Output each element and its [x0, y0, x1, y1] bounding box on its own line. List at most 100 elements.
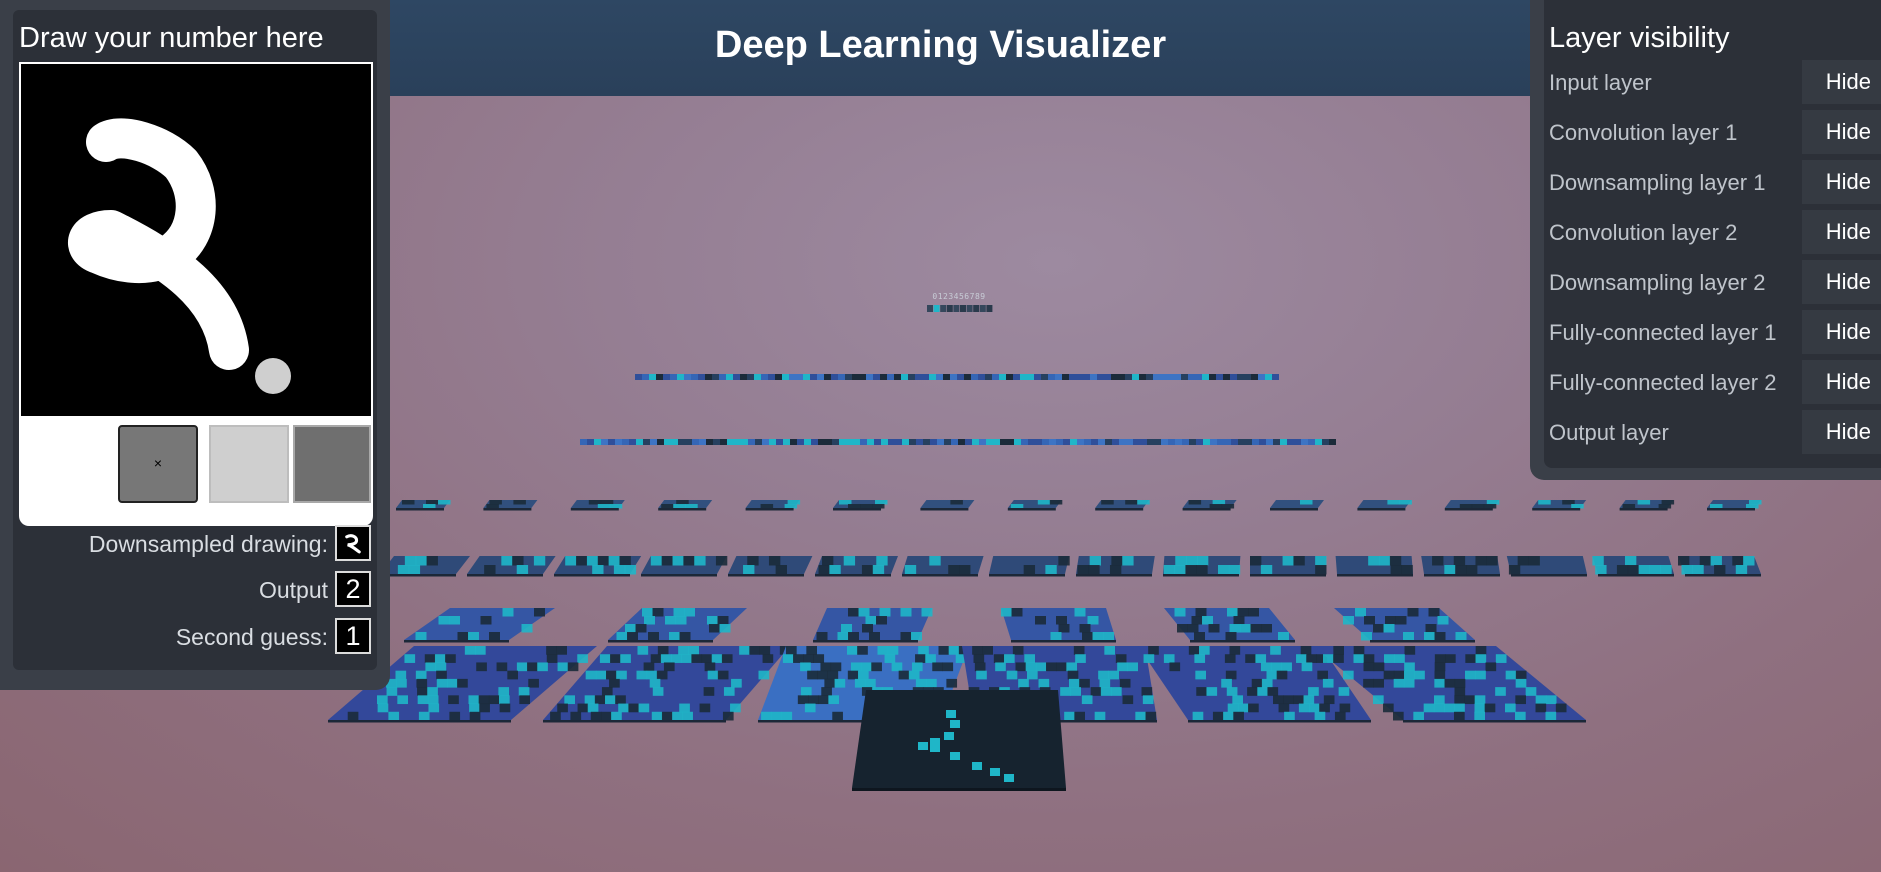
fc1-cell: [587, 439, 594, 445]
tile-pixel: [1001, 608, 1012, 617]
tile-pixel: [1432, 556, 1444, 566]
fc1-cell: [951, 439, 958, 445]
tile-pixel: [1353, 654, 1365, 663]
tile-pixel: [1195, 670, 1206, 680]
tile-pixel: [426, 556, 438, 566]
dark-brush-button[interactable]: [293, 425, 371, 503]
fc2-cell: [775, 374, 782, 380]
drawing-canvas[interactable]: [21, 64, 371, 416]
fc2-cell: [838, 374, 845, 380]
tile-pixel: [673, 608, 685, 617]
tile-pixel: [519, 695, 530, 705]
tile-pixel: [1464, 695, 1476, 705]
tile-edge: [1357, 508, 1406, 511]
tile-pixel: [402, 500, 415, 505]
down1-tile: [1001, 608, 1116, 643]
hide-input-layer-button[interactable]: Hide: [1802, 60, 1881, 104]
fc2-cell: [782, 374, 789, 380]
clear-button[interactable]: ×: [118, 425, 198, 503]
fc1-cell: [1259, 439, 1266, 445]
tile-pixel: [1661, 500, 1675, 505]
tile-pixel: [1434, 632, 1446, 641]
tile-pixel: [619, 556, 631, 566]
tile-pixel: [1387, 500, 1400, 505]
tile-pixel: [646, 670, 658, 680]
tile-pixel: [946, 678, 958, 688]
tile-pixel: [1455, 632, 1467, 641]
tile-pixel: [672, 556, 684, 566]
tile-pixel: [948, 646, 960, 655]
tile-edge: [1532, 508, 1581, 511]
tile-pixel: [800, 662, 811, 672]
fc2-cell: [831, 374, 838, 380]
tile-pixel: [438, 616, 450, 625]
output-layer-cells: [927, 305, 993, 312]
fc1-cell: [1028, 439, 1035, 445]
tile-pixel: [1271, 662, 1282, 672]
tile-pixel: [832, 711, 843, 721]
tile-pixel: [872, 565, 885, 575]
tile-edge: [1685, 574, 1761, 577]
hide-downsampling-layer-1-button[interactable]: Hide: [1802, 160, 1881, 204]
tile-pixel: [915, 654, 926, 663]
fc2-cell: [1237, 374, 1244, 380]
fully-connected-layer-2-bar: [635, 374, 1279, 380]
fc1-cell: [769, 439, 776, 445]
tile-pixel: [644, 616, 655, 625]
tile-pixel: [879, 608, 891, 617]
tile-pixel: [521, 624, 533, 633]
tile-pixel: [1475, 670, 1486, 680]
tile-pixel: [516, 565, 529, 575]
tile-pixel: [1143, 654, 1155, 663]
layer-label: Downsampling layer 1: [1549, 170, 1766, 195]
tile-pixel: [1355, 608, 1366, 617]
fc1-cell: [678, 439, 685, 445]
tile-pixel: [747, 556, 759, 566]
down1-tile: [1164, 608, 1295, 643]
tile-pixel: [388, 711, 400, 721]
tile-pixel: [415, 632, 427, 641]
hide-fully-connected-layer-2-button[interactable]: Hide: [1802, 360, 1881, 404]
output-cell: [927, 305, 933, 312]
tile-pixel: [1333, 646, 1344, 655]
tile-pixel: [1177, 624, 1188, 633]
light-brush-button[interactable]: [209, 425, 289, 503]
tile-pixel: [1247, 687, 1258, 696]
fc1-cell: [1301, 439, 1308, 445]
tile-pixel: [704, 662, 716, 672]
hide-fully-connected-layer-1-button[interactable]: Hide: [1802, 310, 1881, 354]
hide-convolution-layer-1-button[interactable]: Hide: [1802, 110, 1881, 154]
tile-pixel: [416, 678, 428, 688]
fc2-cell: [1251, 374, 1258, 380]
hide-output-layer-button[interactable]: Hide: [1802, 410, 1881, 454]
tile-pixel: [1101, 500, 1114, 505]
tile-pixel: [1202, 616, 1213, 625]
second-guess-value: 1: [335, 618, 371, 654]
tile-pixel: [1428, 608, 1440, 617]
tile-pixel: [1403, 632, 1414, 641]
tile-pixel: [911, 662, 923, 672]
tile-pixel: [707, 670, 719, 680]
tile-pixel: [827, 670, 839, 680]
output-value: 2: [335, 571, 371, 607]
fc2-cell: [810, 374, 817, 380]
output-label: Output: [258, 577, 328, 603]
tile-pixel: [731, 678, 742, 688]
hide-downsampling-layer-2-button[interactable]: Hide: [1802, 260, 1881, 304]
hide-convolution-layer-2-button[interactable]: Hide: [1802, 210, 1881, 254]
tile-pixel: [1011, 608, 1023, 617]
tile-pixel: [1395, 616, 1407, 625]
tile-pixel: [651, 711, 663, 721]
tile-pixel: [663, 662, 675, 672]
tile-pixel: [694, 556, 706, 566]
tile-pixel: [564, 695, 575, 705]
tile-pixel: [1109, 565, 1122, 575]
tile-pixel: [1373, 695, 1384, 705]
tile-pixel: [1423, 703, 1435, 713]
tile-pixel: [993, 654, 1005, 663]
tile-pixel: [804, 703, 816, 713]
tile-pixel: [1383, 703, 1394, 713]
fc2-cell: [684, 374, 691, 380]
conv2-tile: [1076, 556, 1155, 577]
downsampling-layer-1-tiles: [404, 608, 1475, 643]
